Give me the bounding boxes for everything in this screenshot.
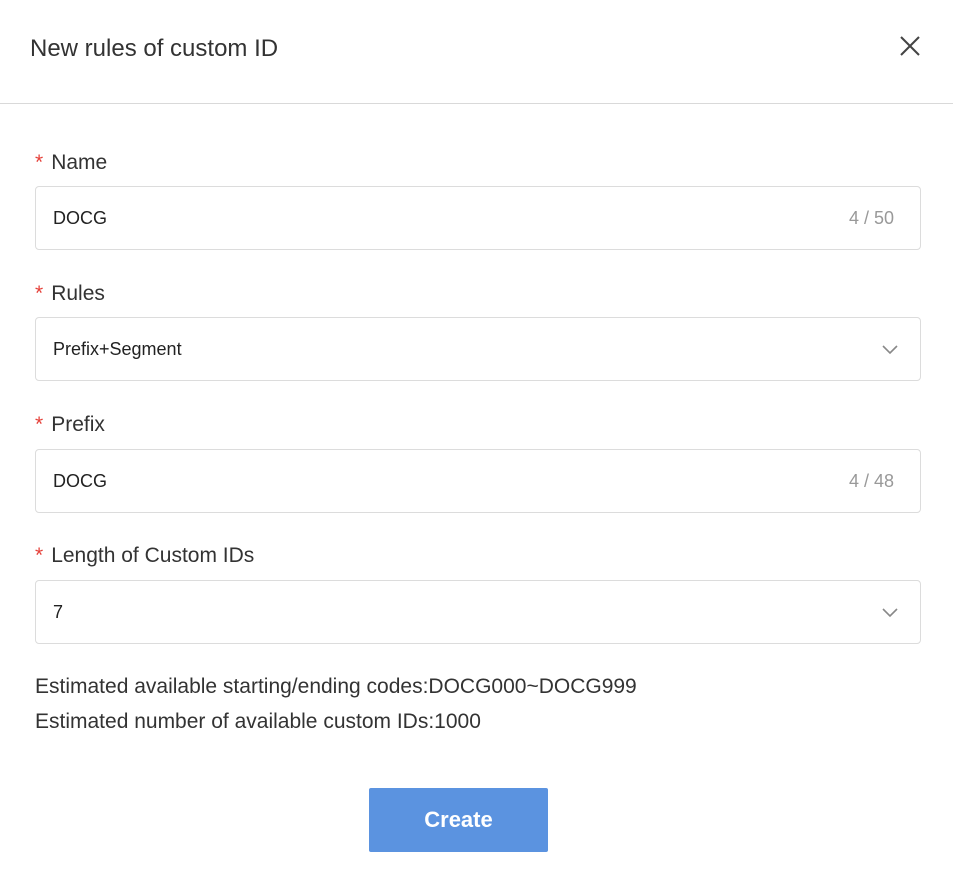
estimated-range-text: Estimated available starting/ending code… bbox=[35, 675, 637, 698]
name-label-text: Name bbox=[51, 151, 108, 174]
prefix-input[interactable] bbox=[36, 450, 816, 512]
close-icon[interactable] bbox=[896, 32, 924, 60]
length-label-text: Length of Custom IDs bbox=[51, 544, 255, 567]
length-label: * Length of Custom IDs bbox=[35, 543, 254, 569]
rules-selected-value: Prefix+Segment bbox=[53, 339, 182, 359]
rules-label-text: Rules bbox=[51, 282, 105, 305]
name-char-counter: 4 / 50 bbox=[848, 208, 894, 228]
prefix-char-counter: 4 / 48 bbox=[848, 471, 894, 491]
estimated-count-text: Estimated number of available custom IDs… bbox=[35, 710, 481, 733]
rules-label: * Rules bbox=[35, 281, 105, 307]
dialog-header: New rules of custom ID bbox=[0, 0, 953, 104]
prefix-label: * Prefix bbox=[35, 412, 105, 438]
prefix-label-text: Prefix bbox=[51, 413, 105, 436]
prefix-field[interactable]: 4 / 48 bbox=[35, 449, 921, 513]
chevron-down-icon[interactable] bbox=[880, 603, 900, 623]
name-field[interactable]: 4 / 50 bbox=[35, 186, 921, 250]
custom-id-rule-dialog: New rules of custom ID * Name 4 / 50 * Rul… bbox=[0, 0, 953, 877]
required-mark: * bbox=[35, 413, 44, 436]
name-input[interactable] bbox=[36, 187, 816, 249]
length-select[interactable]: 7 bbox=[35, 580, 921, 644]
dialog-title: New rules of custom ID bbox=[30, 35, 279, 62]
required-mark: * bbox=[35, 151, 44, 174]
name-label: * Name bbox=[35, 150, 107, 176]
required-mark: * bbox=[35, 282, 44, 305]
required-mark: * bbox=[35, 544, 44, 567]
length-selected-value: 7 bbox=[53, 602, 64, 622]
create-button[interactable]: Create bbox=[369, 788, 548, 852]
rules-select[interactable]: Prefix+Segment bbox=[35, 317, 921, 381]
chevron-down-icon[interactable] bbox=[880, 340, 900, 360]
